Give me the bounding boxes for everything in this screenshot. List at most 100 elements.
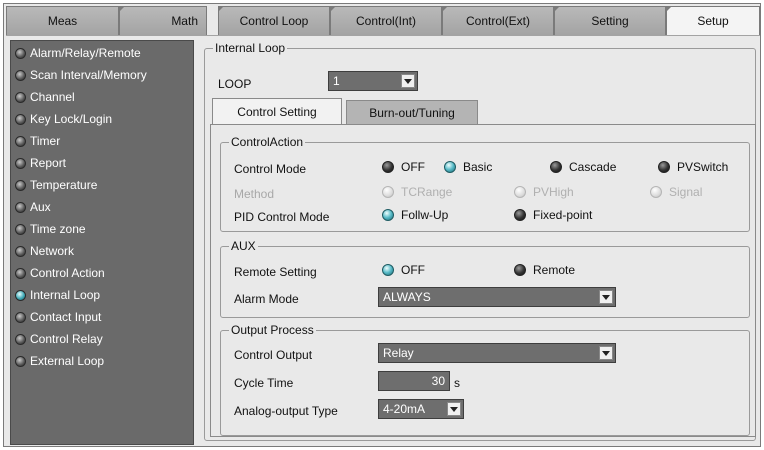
radio-icon [514,264,526,276]
tab-control-setting[interactable]: Control Setting [212,98,342,124]
control-mode-pvswitch-radio[interactable]: PVSwitch [658,159,728,175]
tab-setup-label: Setup [697,14,729,28]
sidebar-item-control-action[interactable]: Control Action [15,263,191,283]
sidebar-item-timer[interactable]: Timer [15,131,191,151]
sidebar-item-key-lock-login[interactable]: Key Lock/Login [15,109,191,129]
cycle-time-label: Cycle Time [234,376,294,390]
sidebar-item-channel[interactable]: Channel [15,87,191,107]
sidebar-item-report[interactable]: Report [15,153,191,173]
sidebar-item-aux[interactable]: Aux [15,197,191,217]
loop-select[interactable]: 1 [328,71,418,91]
sidebar-item-label: Network [30,244,75,258]
sidebar-item-label: Scan Interval/Memory [30,68,147,82]
tab-setting[interactable]: Setting [554,6,666,35]
led-active-icon [15,289,26,301]
sidebar-item-label: Key Lock/Login [30,112,113,126]
main-panel: Internal Loop LOOP 1 Control Setting Bur… [198,40,758,445]
tab-control-loop-label: Control Loop [239,14,309,28]
control-mode-label: Control Mode [234,162,307,176]
tab-control-setting-label: Control Setting [237,104,317,119]
control-mode-cascade-radio[interactable]: Cascade [550,159,616,175]
radio-label: Basic [463,160,493,174]
cycle-time-unit: s [454,376,460,390]
radio-icon [382,161,394,173]
internal-loop-title: Internal Loop [213,41,288,55]
radio-icon [550,161,562,173]
cycle-time-input[interactable]: 30 [378,371,450,391]
chevron-down-icon [447,402,461,416]
led-icon [15,267,26,279]
tab-strip [6,35,760,39]
sidebar-item-label: Alarm/Relay/Remote [30,46,141,60]
sidebar-item-label: Report [30,156,67,170]
sidebar-item-scan-interval-memory[interactable]: Scan Interval/Memory [15,65,191,85]
tab-math[interactable]: Math [119,6,207,35]
radio-icon [514,209,526,221]
aux-group: AUX [220,239,750,318]
radio-label: Signal [669,185,703,199]
chevron-down-icon [401,74,415,88]
analog-output-type-label: Analog-output Type [234,404,338,418]
sidebar-item-contact-input[interactable]: Contact Input [15,307,191,327]
radio-label: Fixed-point [533,208,593,222]
control-output-value: Relay [383,346,414,360]
tab-control-ext[interactable]: Control(Ext) [442,6,554,35]
tab-control-int[interactable]: Control(Int) [330,6,442,35]
control-output-select[interactable]: Relay [378,343,616,363]
radio-label: Cascade [569,160,617,174]
method-signal-radio[interactable]: Signal [650,184,702,200]
alarm-mode-label: Alarm Mode [234,292,299,306]
pid-followup-radio[interactable]: Follw-Up [382,207,448,223]
radio-label: OFF [401,160,425,174]
chevron-down-icon [599,346,613,360]
radio-icon [658,161,670,173]
radio-label: OFF [401,263,425,277]
sidebar-item-temperature[interactable]: Temperature [15,175,191,195]
sidebar-item-alarm-relay-remote[interactable]: Alarm/Relay/Remote [15,43,191,63]
led-icon [15,157,26,169]
led-icon [15,135,26,147]
analog-output-type-value: 4-20mA [383,402,426,416]
remote-remote-radio[interactable]: Remote [514,262,575,278]
radio-label: PVHigh [533,185,574,199]
sidebar-item-time-zone[interactable]: Time zone [15,219,191,239]
led-icon [15,201,26,213]
radio-icon [382,186,394,198]
led-icon [15,355,26,367]
aux-title: AUX [229,239,258,253]
sidebar-item-internal-loop[interactable]: Internal Loop [15,285,191,305]
sidebar-item-label: Contact Input [30,310,102,324]
radio-icon [650,186,662,198]
setup-sidebar: Alarm/Relay/Remote Scan Interval/Memory … [10,40,194,445]
remote-off-radio[interactable]: OFF [382,262,425,278]
sidebar-item-network[interactable]: Network [15,241,191,261]
tab-setup[interactable]: Setup [666,6,760,35]
alarm-mode-select[interactable]: ALWAYS [378,287,616,307]
sidebar-item-external-loop[interactable]: External Loop [15,351,191,371]
tab-burnout-tuning-label: Burn-out/Tuning [369,105,455,120]
analog-output-type-select[interactable]: 4-20mA [378,399,464,419]
sidebar-item-control-relay[interactable]: Control Relay [15,329,191,349]
tab-control-loop[interactable]: Control Loop [218,6,330,35]
sidebar-item-label: Control Relay [30,332,103,346]
method-pvhigh-radio[interactable]: PVHigh [514,184,574,200]
tab-meas[interactable]: Meas [6,6,119,35]
led-icon [15,47,26,59]
loop-label: LOOP [218,77,252,91]
pid-fixed-point-radio[interactable]: Fixed-point [514,207,592,223]
led-icon [15,113,26,125]
remote-setting-label: Remote Setting [234,265,317,279]
radio-label: TCRange [401,185,453,199]
method-tcrange-radio[interactable]: TCRange [382,184,452,200]
radio-icon [514,186,526,198]
tab-burnout-tuning[interactable]: Burn-out/Tuning [346,100,478,124]
control-mode-off-radio[interactable]: OFF [382,159,425,175]
radio-selected-icon [382,264,394,276]
radio-selected-icon [382,209,394,221]
tab-control-int-label: Control(Int) [355,14,417,28]
control-mode-basic-radio[interactable]: Basic [444,159,492,175]
control-action-title: ControlAction [229,135,306,149]
pid-control-mode-label: PID Control Mode [234,210,330,224]
sidebar-item-label: Channel [30,90,75,104]
led-icon [15,223,26,235]
